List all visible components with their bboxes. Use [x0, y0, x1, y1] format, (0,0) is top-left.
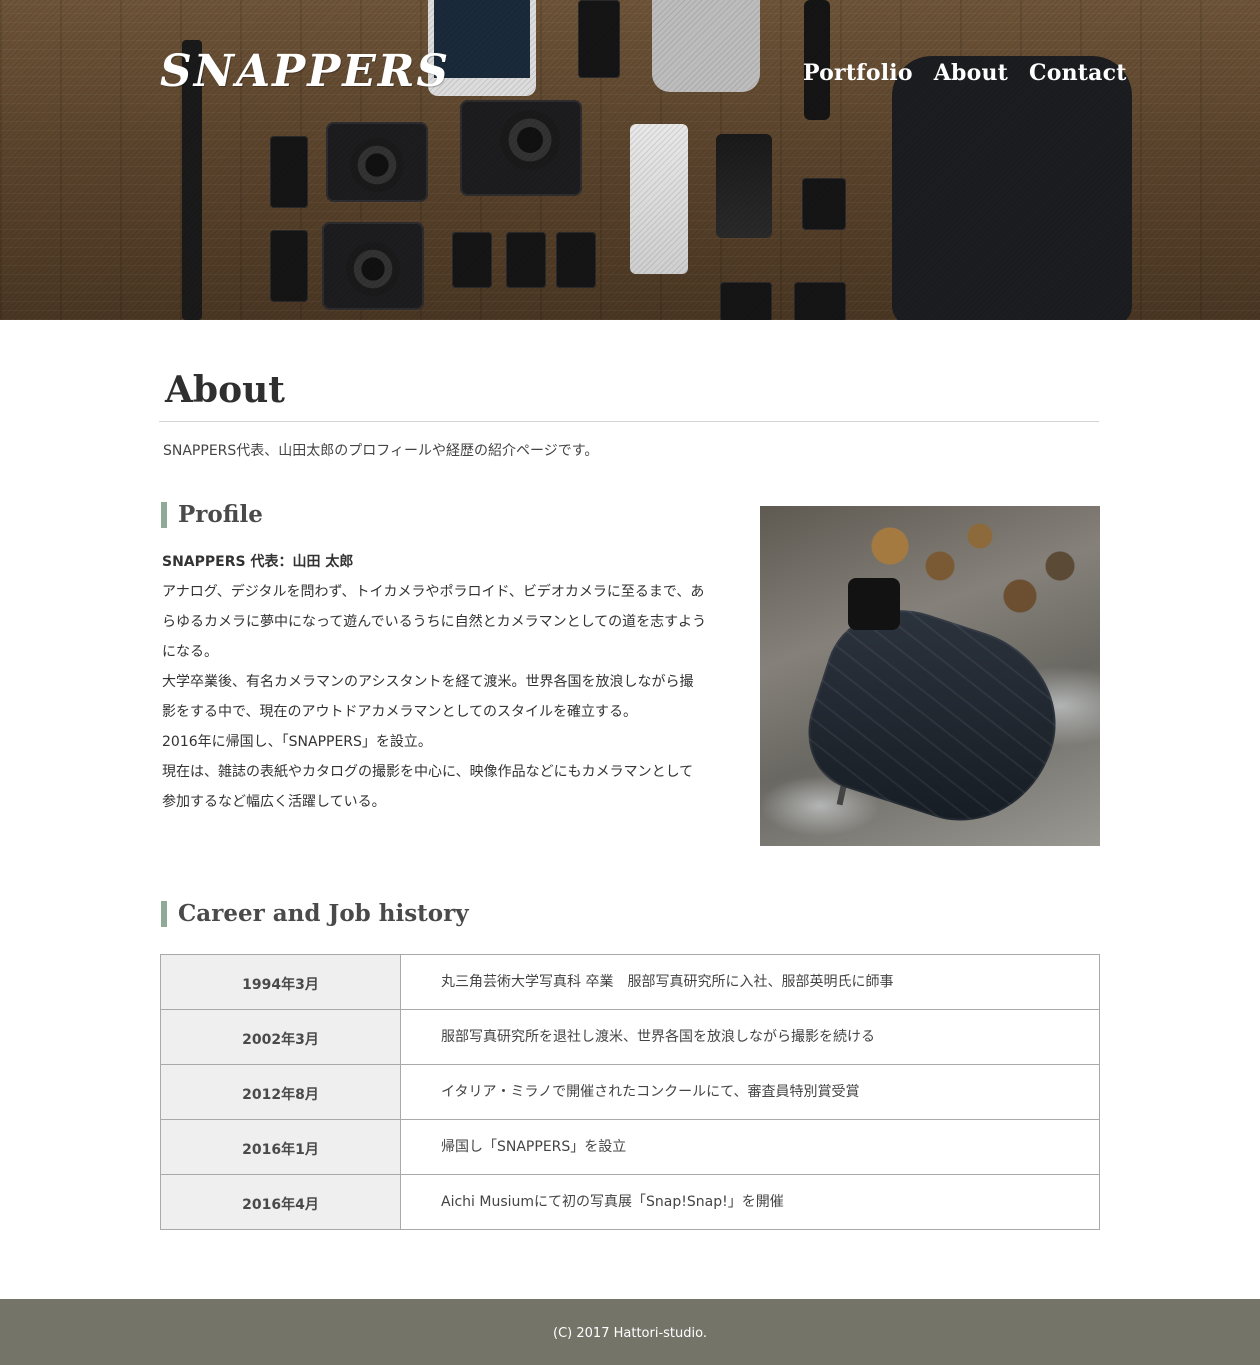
page-title: About — [165, 369, 285, 411]
career-heading: Career and Job history — [161, 901, 469, 927]
profile-paragraph: 大学卒業後、有名カメラマンのアシスタントを経て渡米。世界各国を放浪しながら撮影を… — [162, 674, 694, 720]
profile-heading: Profile — [161, 502, 263, 528]
career-date: 2016年1月 — [160, 1119, 401, 1175]
intro-text: SNAPPERS代表、山田太郎のプロフィールや経歴の紹介ページです。 — [163, 443, 599, 459]
profile-name: SNAPPERS 代表：山田 太郎 — [162, 554, 354, 570]
career-description: 帰国し「SNAPPERS」を設立 — [400, 1119, 1100, 1175]
profile-paragraph: アナログ、デジタルを問わず、トイカメラやポラロイド、ビデオカメラに至るまで、あら… — [162, 584, 707, 660]
profile-text: SNAPPERS 代表：山田 太郎 アナログ、デジタルを問わず、トイカメラやポラ… — [162, 547, 707, 817]
site-logo[interactable]: SNAPPERS — [160, 46, 450, 98]
title-divider — [159, 421, 1099, 422]
career-date: 2016年4月 — [160, 1174, 401, 1230]
site-footer: (C) 2017 Hattori-studio. — [0, 1299, 1260, 1365]
profile-paragraph: 現在は、雑誌の表紙やカタログの撮影を中心に、映像作品などにもカメラマンとして参加… — [162, 764, 694, 810]
table-row: 2002年3月 服部写真研究所を退社し渡米、世界各国を放浪しながら撮影を続ける — [160, 1009, 1100, 1065]
profile-paragraph: 2016年に帰国し、「SNAPPERS」を設立。 — [162, 734, 432, 750]
career-description: Aichi Musiumにて初の写真展「Snap!Snap!」を開催 — [400, 1174, 1100, 1230]
table-row: 1994年3月 丸三角芸術大学写真科 卒業 服部写真研究所に入社、服部英明氏に師… — [160, 954, 1100, 1010]
nav-link-portfolio[interactable]: Portfolio — [803, 58, 913, 88]
copyright-text: (C) 2017 Hattori-studio. — [553, 1326, 707, 1341]
photo-camera-detail — [848, 578, 900, 630]
career-date: 1994年3月 — [160, 954, 401, 1010]
main-nav: Portfolio About Contact — [803, 58, 1127, 88]
photo-photographer-detail — [792, 589, 1080, 845]
nav-link-about[interactable]: About — [934, 58, 1008, 88]
table-row: 2012年8月 イタリア・ミラノで開催されたコンクールにて、審査員特別賞受賞 — [160, 1064, 1100, 1120]
career-description: イタリア・ミラノで開催されたコンクールにて、審査員特別賞受賞 — [400, 1064, 1100, 1120]
profile-photo — [760, 506, 1100, 846]
career-description: 丸三角芸術大学写真科 卒業 服部写真研究所に入社、服部英明氏に師事 — [400, 954, 1100, 1010]
career-table: 1994年3月 丸三角芸術大学写真科 卒業 服部写真研究所に入社、服部英明氏に師… — [160, 954, 1100, 1230]
career-date: 2002年3月 — [160, 1009, 401, 1065]
career-date: 2012年8月 — [160, 1064, 401, 1120]
nav-link-contact[interactable]: Contact — [1029, 58, 1127, 88]
table-row: 2016年1月 帰国し「SNAPPERS」を設立 — [160, 1119, 1100, 1175]
career-description: 服部写真研究所を退社し渡米、世界各国を放浪しながら撮影を続ける — [400, 1009, 1100, 1065]
hero-header: SNAPPERS Portfolio About Contact — [0, 0, 1260, 320]
table-row: 2016年4月 Aichi Musiumにて初の写真展「Snap!Snap!」を… — [160, 1174, 1100, 1230]
